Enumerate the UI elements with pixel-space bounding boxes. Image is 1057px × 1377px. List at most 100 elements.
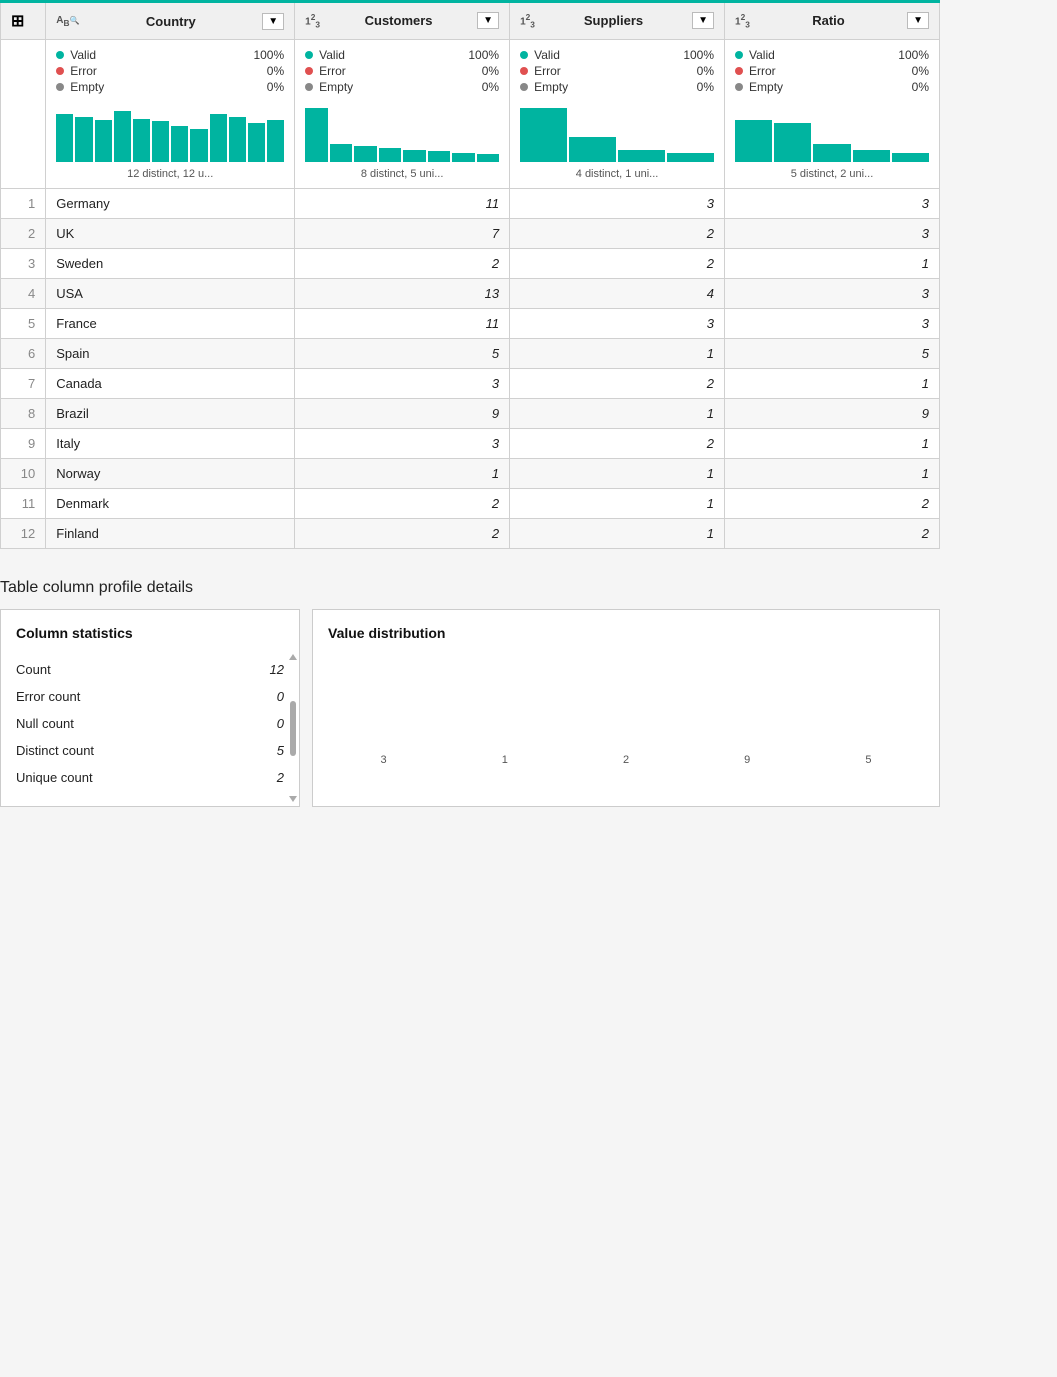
country-cell: France xyxy=(46,309,295,339)
customers-cell: 13 xyxy=(295,279,510,309)
valid-dot xyxy=(520,51,528,59)
row-number: 1 xyxy=(1,189,46,219)
ratio-cell: 1 xyxy=(725,369,940,399)
suppliers-cell: 1 xyxy=(510,339,725,369)
bar xyxy=(735,120,772,162)
valid-dot xyxy=(56,51,64,59)
bar xyxy=(354,146,377,162)
country-column-header: AB🔍 Country ▼ xyxy=(46,2,295,40)
suppliers-bar-chart xyxy=(520,102,714,162)
country-cell: USA xyxy=(46,279,295,309)
country-dropdown-button[interactable]: ▼ xyxy=(262,13,284,30)
country-cell: Norway xyxy=(46,459,295,489)
country-error-pct: 0% xyxy=(267,64,284,78)
ratio-type-icon: 123 xyxy=(735,12,750,29)
table-row: 11 Denmark 2 1 2 xyxy=(1,489,940,519)
bar xyxy=(330,144,353,162)
row-number: 12 xyxy=(1,519,46,549)
suppliers-column-header: 123 Suppliers ▼ xyxy=(510,2,725,40)
stat-value: 12 xyxy=(270,662,284,677)
country-label: Country xyxy=(84,14,257,29)
customers-cell: 2 xyxy=(295,519,510,549)
error-label: Error xyxy=(70,64,261,78)
table-row: 12 Finland 2 1 2 xyxy=(1,519,940,549)
ratio-cell: 3 xyxy=(725,219,940,249)
bar xyxy=(171,126,188,162)
stat-row: Count12 xyxy=(16,656,284,683)
ratio-label: Ratio xyxy=(755,13,902,28)
customers-cell: 1 xyxy=(295,459,510,489)
header-row: ⊞ AB🔍 Country ▼ 123 Customers ▼ xyxy=(1,2,940,40)
row-number: 2 xyxy=(1,219,46,249)
dist-bar-label: 3 xyxy=(381,754,387,766)
customers-dropdown-button[interactable]: ▼ xyxy=(477,12,499,29)
row-number-header: ⊞ xyxy=(1,2,46,40)
stats-panel: Column statistics Count12Error count0Nul… xyxy=(0,609,300,807)
bar xyxy=(428,151,451,162)
ratio-cell: 3 xyxy=(725,189,940,219)
bar xyxy=(152,121,169,162)
profile-section-title: Table column profile details xyxy=(0,579,940,597)
country-cell: UK xyxy=(46,219,295,249)
stat-label: Unique count xyxy=(16,770,93,785)
row-number: 11 xyxy=(1,489,46,519)
customers-cell: 3 xyxy=(295,429,510,459)
ratio-cell: 1 xyxy=(725,249,940,279)
country-cell: Denmark xyxy=(46,489,295,519)
bar xyxy=(892,153,929,162)
ratio-cell: 1 xyxy=(725,459,940,489)
dist-bar-wrap: 3 xyxy=(328,750,439,766)
ratio-column-header: 123 Ratio ▼ xyxy=(725,2,940,40)
profile-panels: Column statistics Count12Error count0Nul… xyxy=(0,609,940,807)
stats-panel-title: Column statistics xyxy=(16,625,284,641)
dist-bar-wrap: 2 xyxy=(570,750,681,766)
scroll-up-arrow[interactable] xyxy=(289,654,297,660)
suppliers-cell: 2 xyxy=(510,219,725,249)
customers-cell: 11 xyxy=(295,309,510,339)
bar xyxy=(248,123,265,162)
customers-profile-cell: Valid 100% Error 0% Empty 0% xyxy=(295,40,510,189)
scroll-thumb xyxy=(290,701,296,756)
country-cell: Germany xyxy=(46,189,295,219)
stat-label: Distinct count xyxy=(16,743,94,758)
dist-bar-wrap: 5 xyxy=(813,750,924,766)
error-dot xyxy=(56,67,64,75)
dist-bar-wrap: 9 xyxy=(692,750,803,766)
suppliers-cell: 1 xyxy=(510,459,725,489)
dist-bar-wrap: 1 xyxy=(449,750,560,766)
grid-icon: ⊞ xyxy=(11,11,24,31)
row-number: 9 xyxy=(1,429,46,459)
text-type-icon: AB🔍 xyxy=(56,15,79,28)
ratio-cell: 1 xyxy=(725,429,940,459)
table-row: 4 USA 13 4 3 xyxy=(1,279,940,309)
country-empty-pct: 0% xyxy=(267,80,284,94)
country-valid-pct: 100% xyxy=(253,48,284,62)
table-row: 6 Spain 5 1 5 xyxy=(1,339,940,369)
bar xyxy=(667,153,714,162)
bar xyxy=(114,111,131,162)
scroll-down-arrow[interactable] xyxy=(289,796,297,802)
empty-dot xyxy=(56,83,64,91)
country-bar-chart xyxy=(56,102,284,162)
empty-label: Empty xyxy=(70,80,261,94)
suppliers-cell: 1 xyxy=(510,489,725,519)
bar xyxy=(305,108,328,162)
country-cell: Canada xyxy=(46,369,295,399)
suppliers-dropdown-button[interactable]: ▼ xyxy=(692,12,714,29)
customers-column-header: 123 Customers ▼ xyxy=(295,2,510,40)
dist-chart: 3 1 2 9 5 xyxy=(328,656,924,786)
dist-bar-label: 5 xyxy=(865,754,871,766)
stat-row: Null count0 xyxy=(16,710,284,737)
bar xyxy=(853,150,890,162)
dist-panel-title: Value distribution xyxy=(328,625,924,641)
bar xyxy=(133,119,150,162)
ratio-dropdown-button[interactable]: ▼ xyxy=(907,12,929,29)
country-cell: Brazil xyxy=(46,399,295,429)
stat-row: Unique count2 xyxy=(16,764,284,791)
suppliers-distinct-label: 4 distinct, 1 uni... xyxy=(520,168,714,180)
row-number: 6 xyxy=(1,339,46,369)
bar xyxy=(403,150,426,162)
stat-label: Error count xyxy=(16,689,80,704)
table-row: 1 Germany 11 3 3 xyxy=(1,189,940,219)
bar xyxy=(618,150,665,162)
